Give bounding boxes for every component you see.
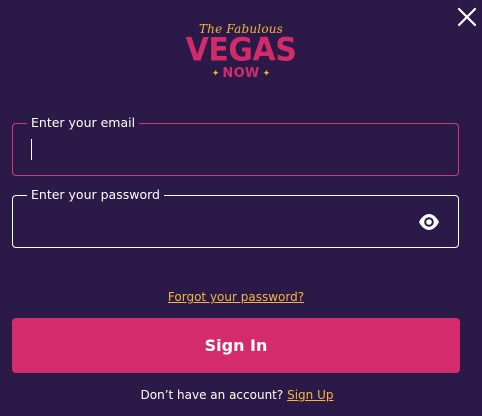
signup-row: Don’t have an account? Sign Up bbox=[0, 388, 474, 402]
forgot-password-link[interactable]: Forgot your password? bbox=[0, 290, 472, 304]
sign-in-button[interactable]: Sign In bbox=[12, 318, 460, 373]
email-label: Enter your email bbox=[27, 115, 140, 131]
sign-up-link[interactable]: Sign Up bbox=[287, 388, 333, 402]
logo: The Fabulous VEGAS ✦ NOW ✦ bbox=[0, 22, 482, 94]
show-password-button[interactable] bbox=[418, 212, 440, 232]
signup-prompt: Don’t have an account? bbox=[140, 388, 284, 402]
email-input[interactable] bbox=[23, 136, 421, 164]
email-field[interactable]: Enter your email bbox=[12, 115, 459, 176]
eye-icon bbox=[419, 214, 439, 230]
logo-main-text: VEGAS bbox=[185, 31, 297, 70]
text-cursor bbox=[31, 139, 32, 160]
sparkle-icon: ✦ bbox=[262, 69, 271, 79]
password-label: Enter your password bbox=[27, 187, 164, 203]
sparkle-icon: ✦ bbox=[211, 69, 220, 79]
password-input[interactable] bbox=[23, 208, 421, 236]
password-field[interactable]: Enter your password bbox=[12, 187, 459, 248]
